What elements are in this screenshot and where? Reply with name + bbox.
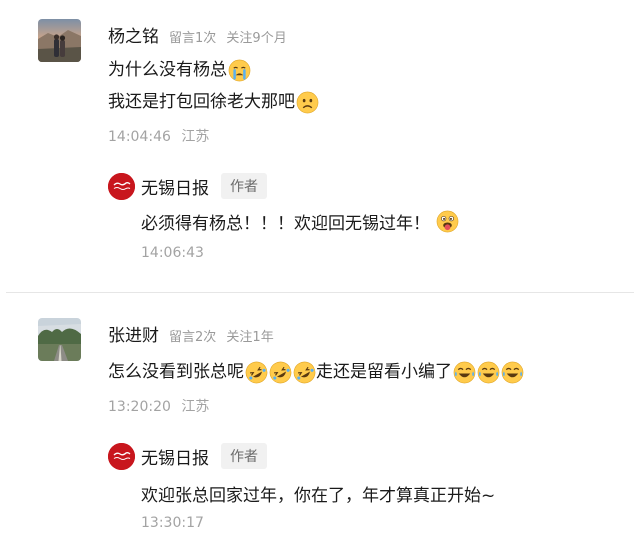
author-reply-text-line: 必须得有杨总！！！欢迎回无锡过年！: [141, 209, 459, 234]
laughing-tears-face-icon: [453, 361, 476, 383]
comment-text-line: 我还是打包回徐老大那吧: [108, 90, 319, 114]
avatar[interactable]: [38, 318, 81, 361]
comment-header: 张进财 留言2次 关注1年: [108, 321, 274, 346]
comment-text: 为什么没有杨总: [108, 60, 227, 80]
comment-header: 杨之铭 留言1次 关注9个月: [108, 22, 287, 47]
follow-duration: 关注9个月: [226, 31, 287, 46]
author-avatar[interactable]: [108, 173, 135, 200]
commenter-name[interactable]: 杨之铭: [108, 22, 159, 47]
author-header: 无锡日报 作者: [141, 173, 267, 199]
commenter-name[interactable]: 张进财: [108, 321, 159, 346]
commenter-meta: 留言1次 关注9个月: [169, 27, 287, 46]
comment-text-line: 怎么没看到张总呢 走还是留看小编了: [108, 360, 524, 384]
comment-text-line: 为什么没有杨总: [108, 58, 251, 82]
author-reply-time: 14:06:43: [141, 245, 204, 261]
comment-time: 14:04:46: [108, 129, 171, 145]
laughing-tears-face-icon: [477, 361, 500, 383]
follow-duration: 关注1年: [226, 330, 274, 345]
author-name[interactable]: 无锡日报: [141, 444, 209, 469]
rolling-laugh-face-icon: [293, 361, 316, 383]
comment-text: 走还是留看小编了: [316, 362, 452, 382]
comment-time: 13:20:20: [108, 399, 171, 415]
author-tag: 作者: [221, 443, 267, 469]
comment-text: 我还是打包回徐老大那吧: [108, 92, 295, 112]
comment-location: 江苏: [181, 129, 210, 145]
author-reply-text: 必须得有杨总！！！欢迎回无锡过年！: [141, 214, 430, 234]
comment-timestamp: 13:20:20 江苏: [108, 396, 209, 416]
message-count: 留言1次: [169, 31, 217, 46]
author-name[interactable]: 无锡日报: [141, 174, 209, 199]
author-reply-text-line: 欢迎张总回家过年，你在了，年才算真正开始~: [141, 481, 495, 506]
comments-section: 杨之铭 留言1次 关注9个月 为什么没有杨总 我还是打包回徐老大那吧 14:04…: [0, 0, 634, 550]
rolling-laugh-face-icon: [269, 361, 292, 383]
frowning-face-icon: [296, 91, 319, 113]
crying-face-icon: [228, 59, 251, 81]
commenter-meta: 留言2次 关注1年: [169, 326, 274, 345]
avatar[interactable]: [38, 19, 81, 62]
comment-text: 怎么没看到张总呢: [108, 362, 244, 382]
comment-divider: [6, 292, 634, 293]
laughing-tears-face-icon: [501, 361, 524, 383]
author-avatar[interactable]: [108, 443, 135, 470]
comment-timestamp: 14:04:46 江苏: [108, 126, 209, 146]
author-reply-time: 13:30:17: [141, 515, 204, 531]
comment-location: 江苏: [181, 399, 210, 415]
tongue-out-face-icon: [436, 210, 459, 233]
author-tag: 作者: [221, 173, 267, 199]
author-reply-text: 欢迎张总回家过年，你在了，年才算真正开始~: [141, 486, 496, 506]
author-header: 无锡日报 作者: [141, 443, 267, 469]
rolling-laugh-face-icon: [245, 361, 268, 383]
message-count: 留言2次: [169, 330, 217, 345]
